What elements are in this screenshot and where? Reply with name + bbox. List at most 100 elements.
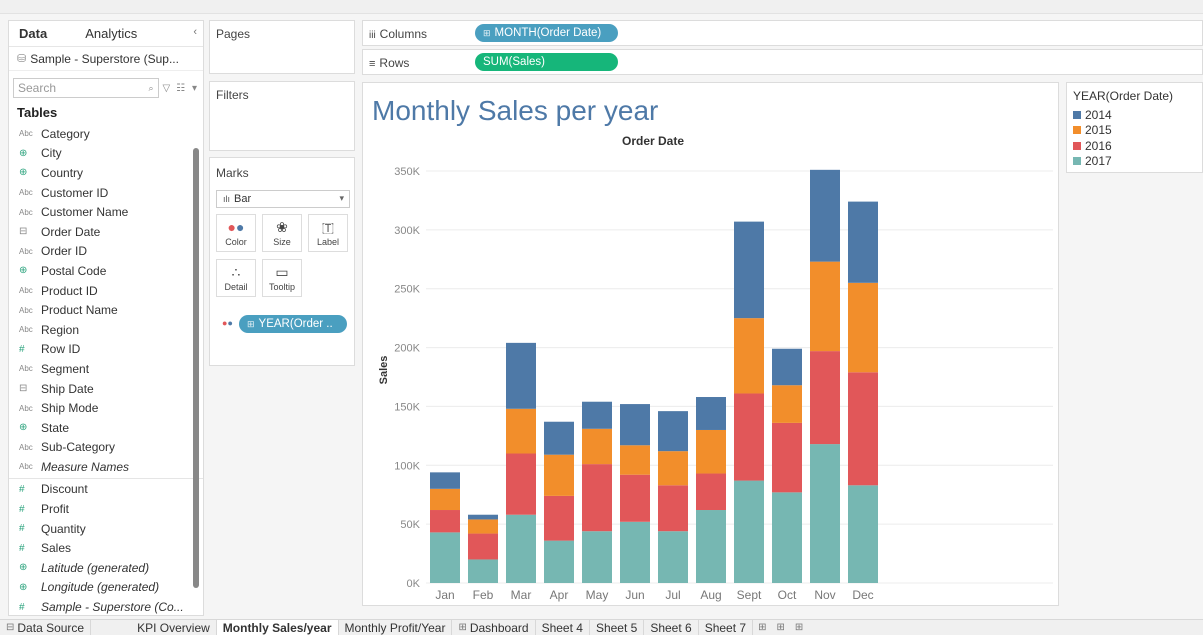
sheet-tab-dashboard[interactable]: ⊞ Dashboard — [452, 619, 536, 635]
field-state[interactable]: ⊕ State — [9, 418, 203, 438]
sheet-tab-sheet-7[interactable]: Sheet 7 — [699, 619, 754, 635]
new-sheet-icon[interactable]: ⊞ — [753, 622, 771, 633]
data-source[interactable]: ⛁ Sample - Superstore (Sup... — [9, 47, 203, 71]
bar-segment-2016-apr — [544, 495, 574, 541]
datasource-icon: ⛁ — [17, 53, 27, 65]
field-type-icon: ⊟ — [19, 226, 28, 238]
field-label: Ship Mode — [41, 401, 99, 416]
search-icon[interactable]: ⌕ — [148, 83, 153, 94]
field-longitude-generated[interactable]: ⊕ Longitude (generated) — [9, 578, 203, 598]
date-icon: ⊞ — [483, 27, 491, 38]
view-options-icon[interactable]: ☷ ▾ — [176, 83, 199, 94]
sheet-tab-monthly-profit-year[interactable]: Monthly Profit/Year — [339, 619, 453, 635]
field-category[interactable]: Abc Category — [9, 124, 203, 144]
new-story-icon[interactable]: ⊞ — [790, 622, 808, 633]
field-label: Category — [41, 126, 90, 141]
detail-icon: ∴ — [231, 264, 241, 280]
mark-type-dropdown[interactable]: ılı Bar ▾ — [216, 190, 350, 208]
x-tick-label: Dec — [852, 588, 873, 602]
field-type-icon: Abc — [19, 305, 33, 315]
field-type-icon: # — [19, 523, 25, 535]
field-country[interactable]: ⊕ Country — [9, 163, 203, 183]
field-segment[interactable]: Abc Segment — [9, 359, 203, 379]
field-customer-name[interactable]: Abc Customer Name — [9, 202, 203, 222]
field-order-date[interactable]: ⊟ Order Date — [9, 222, 203, 242]
legend-item-2017[interactable]: 2017 — [1067, 154, 1202, 170]
tab-label: Sheet 6 — [650, 620, 692, 635]
field-discount[interactable]: # Discount — [9, 480, 203, 500]
x-tick-label: Jan — [435, 588, 454, 602]
field-type-icon: Abc — [19, 188, 33, 198]
field-label: Sample - Superstore (Co... — [41, 600, 184, 615]
field-type-icon: ⊕ — [19, 581, 28, 593]
detail-button[interactable]: ∴ Detail — [216, 259, 256, 297]
filter-icon[interactable]: ▽ — [163, 83, 173, 94]
columns-shelf[interactable]: iii Columns ⊞ MONTH(Order Date) — [362, 20, 1203, 46]
size-label: Size — [273, 237, 291, 247]
bar-segment-2017-dec — [848, 485, 878, 583]
field-product-name[interactable]: Abc Product Name — [9, 300, 203, 320]
sheet-tab-sheet-6[interactable]: Sheet 6 — [644, 619, 699, 635]
top-strip — [0, 0, 1203, 14]
field-sales[interactable]: # Sales — [9, 538, 203, 558]
sheet-tab-sheet-4[interactable]: Sheet 4 — [536, 619, 590, 635]
field-type-icon: Abc — [19, 207, 33, 217]
field-label: Longitude (generated) — [41, 580, 160, 595]
field-product-id[interactable]: Abc Product ID — [9, 281, 203, 301]
tab-data[interactable]: Data — [9, 26, 57, 41]
legend-item-2014[interactable]: 2014 — [1067, 107, 1202, 123]
legend-swatch — [1073, 126, 1081, 135]
scrollbar[interactable] — [193, 148, 199, 588]
field-profit[interactable]: # Profit — [9, 499, 203, 519]
field-postal-code[interactable]: ⊕ Postal Code — [9, 261, 203, 281]
tab-label: Dashboard — [469, 620, 529, 635]
bar-segment-2017-aug — [696, 510, 726, 583]
legend-item-2015[interactable]: 2015 — [1067, 123, 1202, 139]
color-button[interactable]: ●● Color — [216, 214, 256, 252]
field-sub-category[interactable]: Abc Sub-Category — [9, 438, 203, 458]
bar-segment-2014-jun — [620, 404, 650, 446]
field-row-id[interactable]: # Row ID — [9, 340, 203, 360]
bar-segment-2016-oct — [772, 422, 802, 493]
field-region[interactable]: Abc Region — [9, 320, 203, 340]
x-tick-label: Sept — [737, 588, 762, 602]
sheet-tab-kpi-overview[interactable]: KPI Overview — [131, 619, 217, 635]
field-ship-mode[interactable]: Abc Ship Mode — [9, 398, 203, 418]
rows-shelf[interactable]: ≡ Rows SUM(Sales) — [362, 49, 1203, 75]
filters-panel[interactable]: Filters — [209, 81, 355, 151]
search-placeholder: Search — [18, 81, 57, 95]
field-type-icon: ⊕ — [19, 147, 28, 159]
tooltip-icon: ▭ — [275, 264, 289, 280]
field-label: Latitude (generated) — [41, 560, 150, 575]
field-quantity[interactable]: # Quantity — [9, 519, 203, 539]
sum-sales-pill[interactable]: SUM(Sales) — [475, 53, 618, 71]
year-order-date-pill[interactable]: ⊞ YEAR(Order .. — [239, 315, 347, 333]
field-measure-names[interactable]: Abc Measure Names — [9, 457, 203, 477]
month-order-date-pill[interactable]: ⊞ MONTH(Order Date) — [475, 24, 618, 42]
sheet-tab-data-source[interactable]: ⊟ Data Source — [0, 619, 92, 635]
field-order-id[interactable]: Abc Order ID — [9, 242, 203, 262]
dimension-list: Abc Category ⊕ City ⊕ Country Abc Customer ID Ab… — [9, 124, 203, 477]
search-input[interactable]: Search ⌕ — [13, 78, 159, 98]
field-label: Product Name — [41, 303, 118, 318]
pages-panel[interactable]: Pages — [209, 20, 355, 74]
field-label: City — [41, 146, 62, 161]
field-label: Postal Code — [41, 263, 107, 278]
tab-label: Monthly Profit/Year — [344, 620, 446, 635]
new-dashboard-icon[interactable]: ⊞ — [771, 622, 789, 633]
field-sample-superstore-co[interactable]: # Sample - Superstore (Co... — [9, 597, 203, 615]
collapse-icon[interactable]: ‹ — [193, 26, 197, 38]
field-label: Customer ID — [41, 185, 109, 200]
field-ship-date[interactable]: ⊟ Ship Date — [9, 379, 203, 399]
field-city[interactable]: ⊕ City — [9, 144, 203, 164]
size-button[interactable]: ❀ Size — [262, 214, 302, 252]
legend-label: 2015 — [1085, 123, 1112, 138]
field-customer-id[interactable]: Abc Customer ID — [9, 183, 203, 203]
field-latitude-generated[interactable]: ⊕ Latitude (generated) — [9, 558, 203, 578]
legend-item-2016[interactable]: 2016 — [1067, 138, 1202, 154]
sheet-tab-monthly-sales-year[interactable]: Monthly Sales/year — [216, 619, 339, 635]
tooltip-button[interactable]: ▭ Tooltip — [262, 259, 302, 297]
tab-analytics[interactable]: Analytics — [75, 26, 147, 41]
sheet-tab-sheet-5[interactable]: Sheet 5 — [590, 619, 645, 635]
label-button[interactable]: 🇹 Label — [308, 214, 348, 252]
